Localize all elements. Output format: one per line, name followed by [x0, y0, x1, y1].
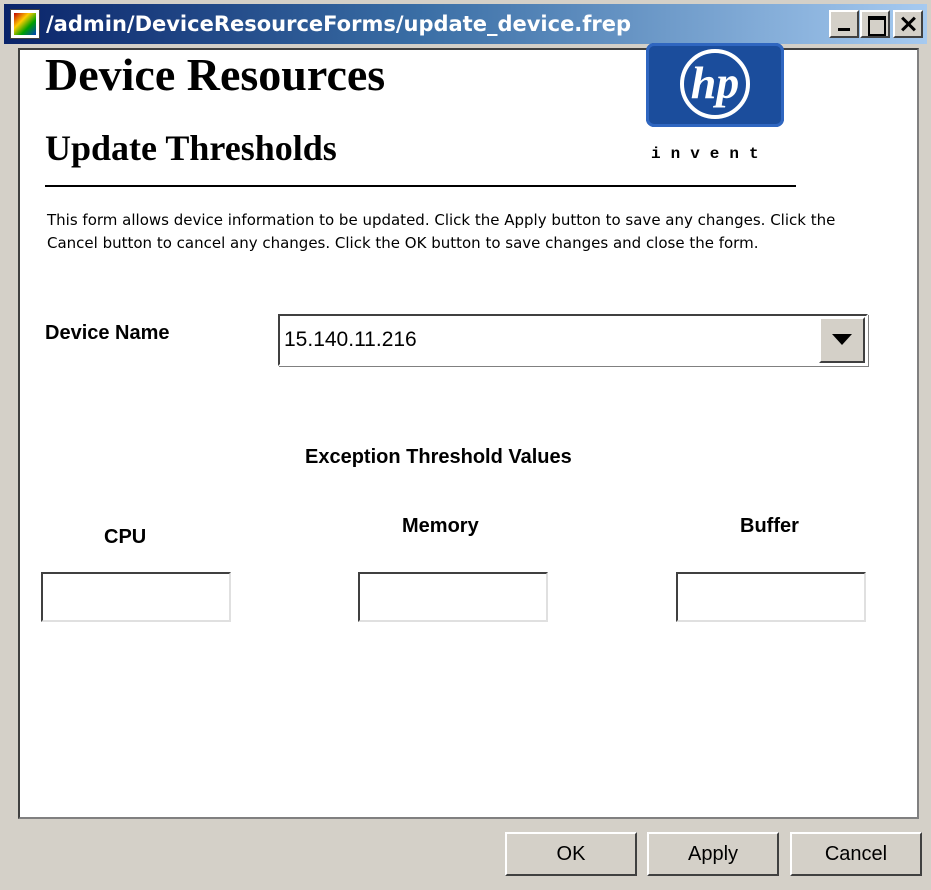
- page-title: Device Resources: [45, 49, 386, 100]
- dialog-window: /admin/DeviceResourceForms/update_device…: [0, 0, 931, 890]
- application-icon[interactable]: [10, 9, 40, 39]
- page-subtitle: Update Thresholds: [45, 128, 337, 168]
- header-divider: [45, 185, 796, 187]
- memory-threshold-input[interactable]: [358, 572, 548, 622]
- cancel-button[interactable]: Cancel: [790, 832, 922, 876]
- cpu-threshold-input[interactable]: [41, 572, 231, 622]
- chevron-down-icon[interactable]: [819, 317, 865, 363]
- cpu-label: CPU: [104, 526, 147, 548]
- title-bar[interactable]: /admin/DeviceResourceForms/update_device…: [4, 4, 927, 44]
- device-name-value: 15.140.11.216: [284, 328, 417, 351]
- threshold-section-title: Exception Threshold Values: [305, 446, 572, 468]
- buffer-threshold-input[interactable]: [676, 572, 866, 622]
- maximize-icon[interactable]: [860, 10, 890, 38]
- device-name-label: Device Name: [45, 322, 170, 344]
- minimize-icon[interactable]: [829, 10, 859, 38]
- ok-button[interactable]: OK: [505, 832, 637, 876]
- memory-label: Memory: [402, 515, 479, 537]
- form-description: This form allows device information to b…: [47, 211, 836, 252]
- window-title: /admin/DeviceResourceForms/update_device…: [46, 12, 632, 36]
- hp-logo-mark: hp: [680, 49, 750, 119]
- hp-logo-tagline: invent: [651, 145, 769, 163]
- device-name-select[interactable]: 15.140.11.216: [278, 314, 868, 366]
- buffer-label: Buffer: [740, 515, 799, 537]
- hp-logo: hp: [646, 43, 784, 127]
- apply-button[interactable]: Apply: [647, 832, 779, 876]
- close-icon[interactable]: [893, 10, 923, 38]
- window-controls: [828, 10, 923, 38]
